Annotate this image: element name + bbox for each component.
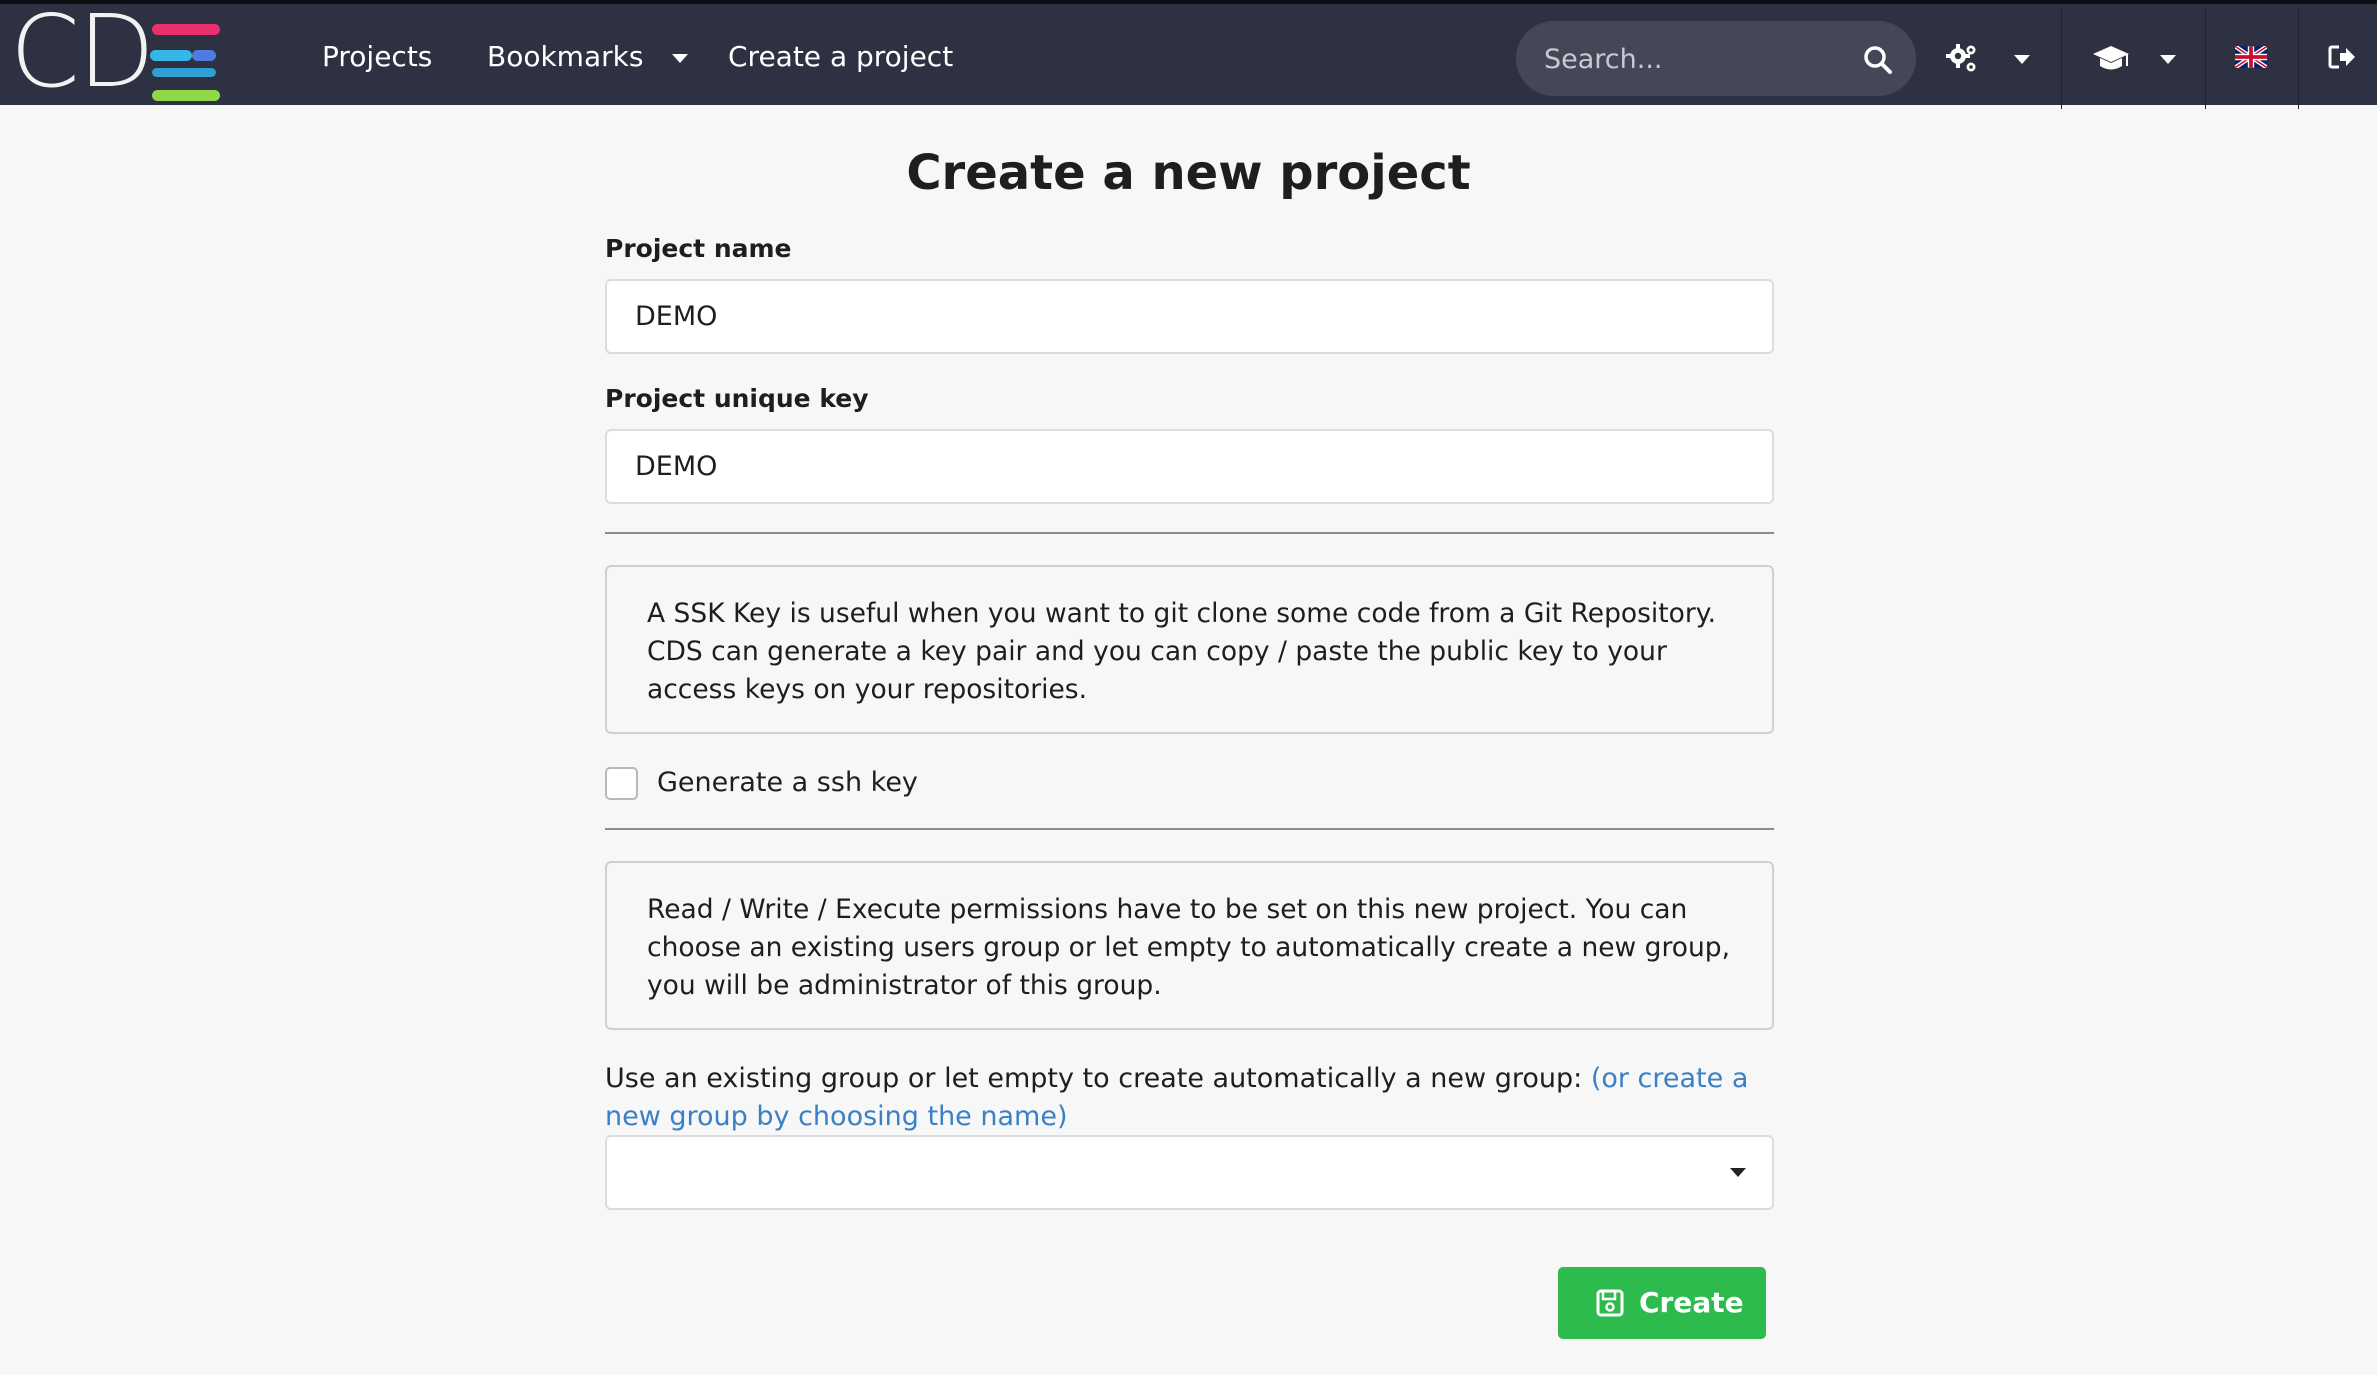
group-select-label: Use an existing group or let empty to cr… [605,1060,1774,1136]
project-name-input[interactable] [605,279,1774,354]
search-icon[interactable] [1862,44,1894,76]
project-key-input[interactable] [605,429,1774,504]
permissions-info-message: Read / Write / Execute permissions have … [605,861,1774,1030]
nav-bookmarks-label: Bookmarks [487,40,644,73]
uk-flag-icon[interactable] [2235,46,2267,68]
chevron-down-icon [2014,55,2030,64]
docs-menu[interactable] [2092,42,2182,76]
page-title: Create a new project [906,145,1471,201]
nav-bookmarks[interactable]: Bookmarks [487,40,689,74]
top-navbar: CD Projects Bookmarks Create a project [0,0,2377,109]
search-input[interactable] [1544,41,1844,77]
group-select-dropdown[interactable] [605,1135,1774,1210]
save-icon [1596,1289,1624,1317]
ssh-info-message: A SSK Key is useful when you want to git… [605,565,1774,734]
divider [605,532,1774,534]
chevron-down-icon [2160,55,2176,64]
chevron-down-icon [1730,1168,1746,1177]
settings-cogs-icon [1946,44,1976,72]
cds-logo[interactable]: CD [10,2,220,102]
settings-menu[interactable] [1946,40,2036,78]
sign-out-icon[interactable] [2328,44,2356,70]
divider [605,828,1774,830]
create-button-label: Create [1639,1286,1744,1319]
graduation-cap-icon [2093,46,2129,70]
nav-create-project[interactable]: Create a project [728,40,953,74]
group-select-label-text: Use an existing group or let empty to cr… [605,1063,1583,1094]
search-bar [1516,21,1916,96]
generate-ssh-key-label[interactable]: Generate a ssh key [657,764,918,802]
chevron-down-icon [672,53,689,63]
logo-text: CD [10,0,155,110]
project-name-label: Project name [605,234,792,263]
nav-projects[interactable]: Projects [322,40,432,74]
generate-ssh-key-checkbox[interactable] [605,767,638,800]
project-key-label: Project unique key [605,384,869,413]
create-button[interactable]: Create [1558,1267,1766,1339]
